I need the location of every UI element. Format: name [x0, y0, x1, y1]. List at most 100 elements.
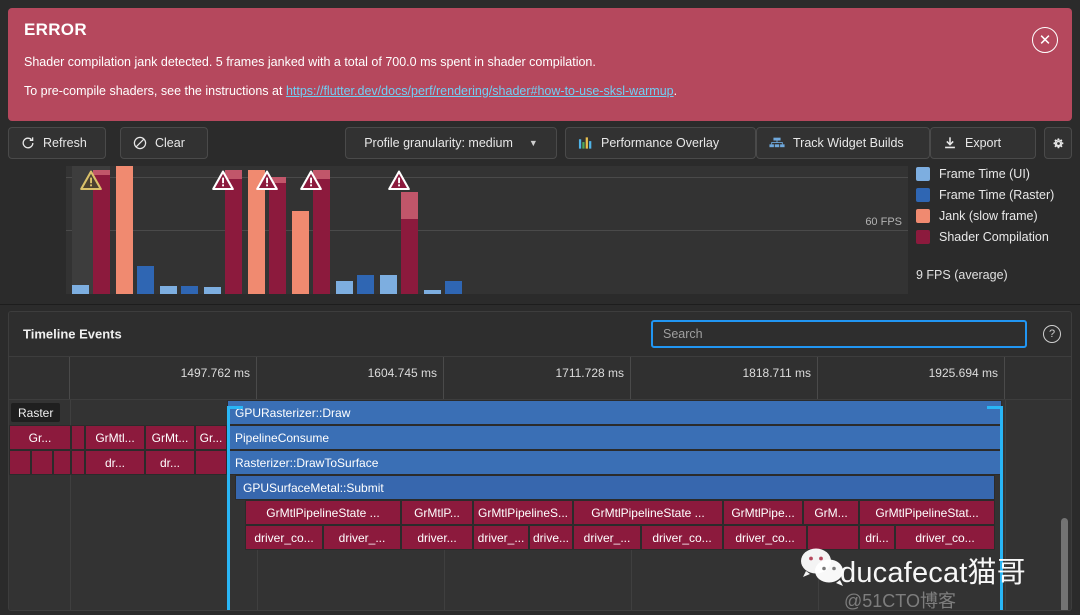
flame-event[interactable]: drive...: [529, 525, 573, 550]
frame-bar-ui[interactable]: [160, 286, 177, 294]
flame-row: Gr... GrMtl... GrMt... Gr... PipelineConsume: [9, 425, 1071, 450]
selection-handle-left[interactable]: [227, 406, 230, 610]
profile-granularity-dropdown[interactable]: Profile granularity: medium ▼: [345, 127, 557, 159]
performance-overlay-button[interactable]: Performance Overlay: [565, 127, 756, 159]
devtools-performance-page: ERROR Shader compilation jank detected. …: [0, 0, 1080, 615]
flame-event[interactable]: [9, 450, 31, 475]
track-widget-builds-button[interactable]: Track Widget Builds: [756, 127, 930, 159]
flame-event[interactable]: driver...: [401, 525, 473, 550]
flame-event[interactable]: [53, 450, 71, 475]
flame-event[interactable]: [195, 450, 227, 475]
frame-bar-ui[interactable]: [116, 166, 133, 294]
frame-bar-raster[interactable]: [137, 265, 154, 294]
frame-bar-ui[interactable]: [336, 280, 353, 294]
frame-bar-raster[interactable]: [401, 192, 418, 294]
jank-warning-icon[interactable]: [212, 170, 234, 196]
frame-bar-jank-cap: [401, 192, 418, 219]
error-banner: ERROR Shader compilation jank detected. …: [8, 8, 1072, 121]
flame-event[interactable]: Rasterizer::DrawToSurface: [227, 450, 1002, 475]
flame-event[interactable]: [71, 450, 85, 475]
flame-row: GPURasterizer::Draw: [9, 400, 1071, 425]
flame-event[interactable]: GrMtlPipelineStat...: [859, 500, 995, 525]
flame-event[interactable]: GrM...: [803, 500, 859, 525]
flame-event[interactable]: dr...: [85, 450, 145, 475]
flame-event[interactable]: driver_...: [323, 525, 401, 550]
error-banner-instructions: To pre-compile shaders, see the instruct…: [24, 83, 1056, 100]
section-divider: [0, 304, 1080, 305]
settings-button[interactable]: [1044, 127, 1072, 159]
refresh-button[interactable]: Refresh: [8, 127, 106, 159]
frame-bar-raster[interactable]: [181, 285, 198, 294]
flame-event[interactable]: [71, 425, 85, 450]
search-input[interactable]: [661, 326, 1017, 342]
close-icon[interactable]: ✕: [1032, 27, 1058, 53]
sksl-warmup-link[interactable]: https://flutter.dev/docs/perf/rendering/…: [286, 84, 674, 98]
legend-swatch: [916, 166, 930, 181]
frame-bar-group[interactable]: [424, 166, 462, 294]
ruler-tick-label: 1604.745 ms: [367, 366, 437, 380]
frame-bar-raster[interactable]: [357, 275, 374, 294]
flame-event[interactable]: GrMtlPipelineState ...: [245, 500, 401, 525]
clear-icon: [133, 136, 147, 150]
jank-warning-icon[interactable]: [256, 170, 278, 196]
flame-event[interactable]: GrMtl...: [85, 425, 145, 450]
legend-item: Frame Time (UI): [916, 164, 1080, 183]
flame-event[interactable]: GrMtlPipelineS...: [473, 500, 573, 525]
widget-tree-icon: [769, 136, 785, 150]
flame-event[interactable]: PipelineConsume: [227, 425, 1002, 450]
flame-event[interactable]: [31, 450, 53, 475]
flame-event[interactable]: GPUSurfaceMetal::Submit: [235, 475, 995, 500]
flame-event[interactable]: driver_co...: [895, 525, 995, 550]
help-icon[interactable]: ?: [1043, 325, 1061, 343]
frame-bar-ui[interactable]: [292, 211, 309, 294]
flame-event[interactable]: dr...: [145, 450, 195, 475]
flame-event[interactable]: Gr...: [195, 425, 227, 450]
error-banner-instructions-suffix: .: [673, 83, 678, 98]
frame-bar-ui[interactable]: [380, 275, 397, 294]
ruler-tick: [9, 357, 70, 399]
flame-event[interactable]: driver_co...: [245, 525, 323, 550]
frame-bar-ui[interactable]: [72, 284, 89, 294]
flame-event[interactable]: GrMtlP...: [401, 500, 473, 525]
frame-time-chart[interactable]: 31 ms24 ms17 ms10 ms3 ms0 ms 60 FPS: [8, 166, 908, 295]
ruler-tick-label: 1818.711 ms: [742, 366, 812, 380]
flame-event[interactable]: GrMtlPipelineState ...: [573, 500, 723, 525]
flame-event[interactable]: GPURasterizer::Draw: [227, 400, 1002, 425]
selection-handle-right[interactable]: [1000, 406, 1003, 610]
frame-bar-group[interactable]: [160, 166, 198, 294]
chart-plot-area[interactable]: 60 FPS: [66, 166, 908, 294]
flame-event[interactable]: [807, 525, 859, 550]
timeline-events-header: Timeline Events ?: [9, 312, 1071, 357]
frame-bar-raster[interactable]: [445, 280, 462, 294]
frame-bar-group[interactable]: [116, 166, 154, 294]
track-widget-builds-label: Track Widget Builds: [793, 136, 904, 150]
flame-event[interactable]: driver_co...: [641, 525, 723, 550]
search-box[interactable]: [651, 320, 1027, 348]
jank-warning-icon[interactable]: [388, 170, 410, 196]
frame-bar-ui[interactable]: [424, 290, 441, 294]
flame-event[interactable]: driver_co...: [723, 525, 807, 550]
export-button-label: Export: [965, 136, 1002, 150]
selection-cap-right: [987, 406, 1003, 409]
ruler-tick: 1604.745 ms: [257, 357, 444, 399]
error-banner-instructions-prefix: To pre-compile shaders, see the instruct…: [24, 83, 286, 98]
flame-event[interactable]: Gr...: [9, 425, 71, 450]
flame-event[interactable]: driver_...: [573, 525, 641, 550]
flame-event[interactable]: GrMt...: [145, 425, 195, 450]
flame-event[interactable]: dri...: [859, 525, 895, 550]
ruler-tick: 1711.728 ms: [444, 357, 631, 399]
flame-row: driver_co... driver_... driver... driver_..…: [9, 525, 1071, 550]
performance-overlay-label: Performance Overlay: [601, 136, 720, 150]
flame-chart[interactable]: Raster GPURasterizer::Draw Gr... GrMtl... G…: [9, 400, 1071, 610]
ruler-tick-label: 1925.694 ms: [928, 366, 998, 380]
clear-button[interactable]: Clear: [120, 127, 208, 159]
frame-bar-group[interactable]: [336, 166, 374, 294]
export-button[interactable]: Export: [930, 127, 1036, 159]
jank-warning-icon[interactable]: [80, 170, 102, 196]
flame-event[interactable]: driver_...: [473, 525, 529, 550]
bar-chart-icon: [578, 136, 593, 150]
timeline-events-panel: Timeline Events ? 1497.762 ms 1604.745 ms…: [8, 311, 1072, 611]
jank-warning-icon[interactable]: [300, 170, 322, 196]
flame-event[interactable]: GrMtlPipe...: [723, 500, 803, 525]
frame-bar-ui[interactable]: [204, 287, 221, 294]
